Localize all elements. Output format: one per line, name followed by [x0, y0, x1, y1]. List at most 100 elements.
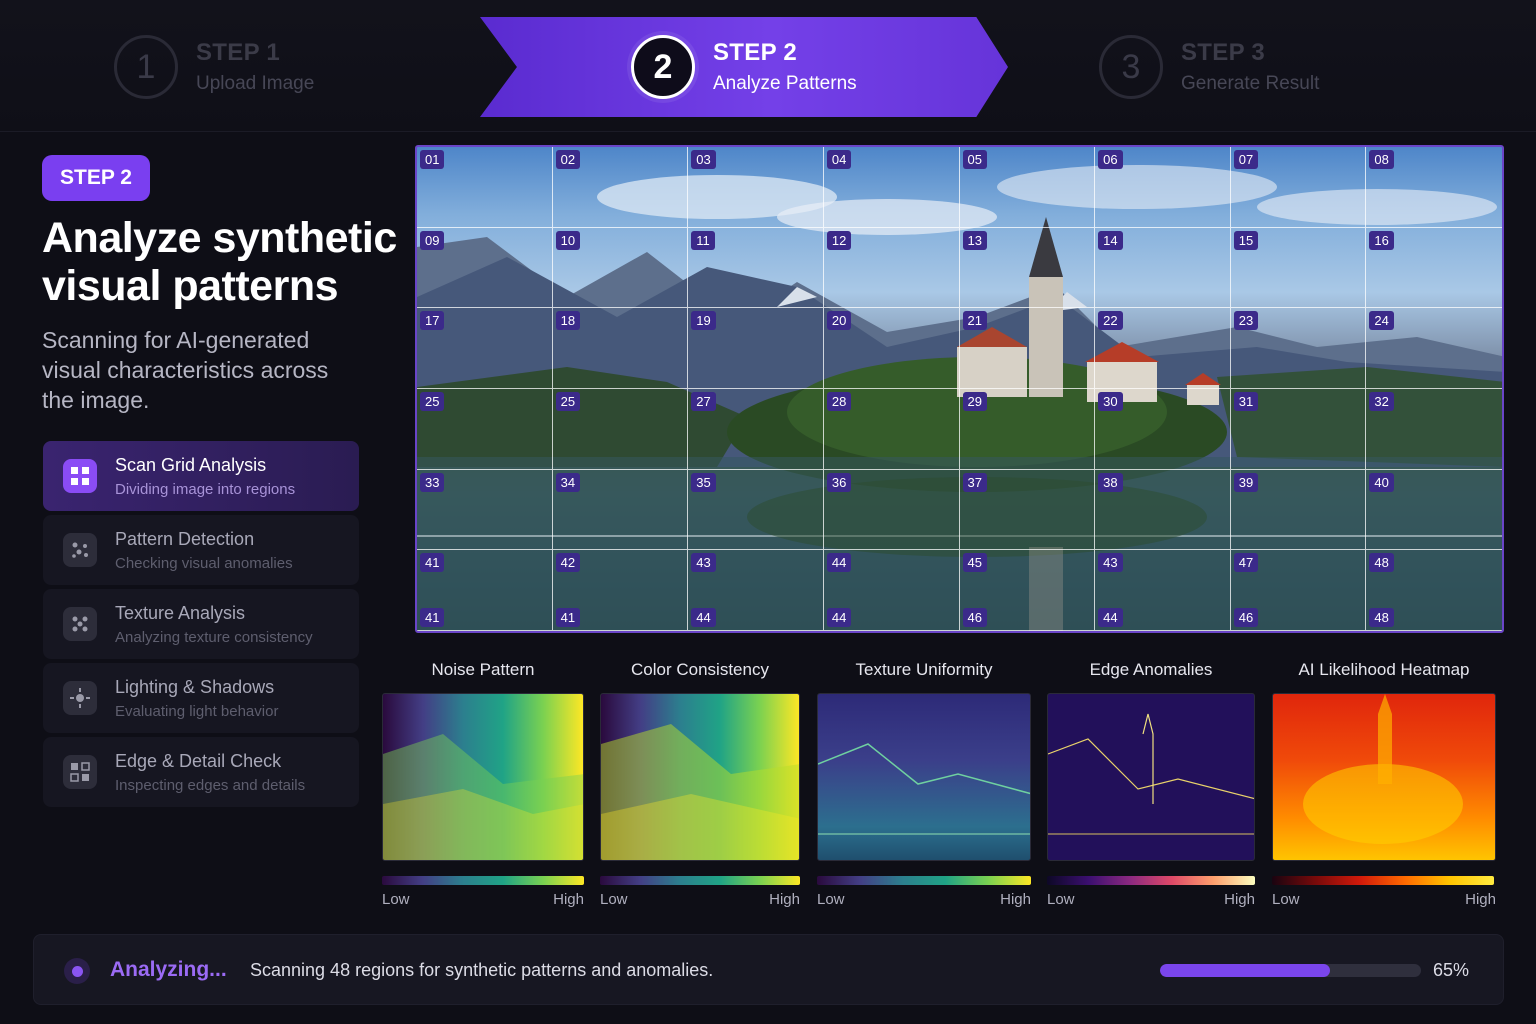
region-label: 05: [962, 150, 987, 169]
scan-region[interactable]: 10: [552, 227, 689, 309]
region-label: 01: [420, 150, 445, 169]
region-label: 21: [962, 311, 987, 331]
scan-region[interactable]: 24: [1366, 308, 1502, 389]
map-title: Texture Uniformity: [855, 660, 993, 679]
texture-uniformity-map: [817, 693, 1031, 861]
scanned-image: 01 02 03 04 05 06 07 08 09 10 11 12 13 14 15 16 17 18 19 20…: [415, 145, 1504, 633]
region-label: 23: [1233, 311, 1259, 331]
scan-region[interactable]: 09: [417, 227, 553, 309]
scan-region[interactable]: 17: [417, 308, 553, 389]
map-color-consistency[interactable]: Color Consistency Low High: [600, 660, 800, 908]
scan-region[interactable]: 16: [1366, 228, 1502, 309]
scan-region[interactable]: 31: [1230, 388, 1367, 470]
scan-region[interactable]: 03: [688, 147, 824, 228]
step-subtitle: Analyze Patterns: [713, 73, 857, 94]
region-label: 25: [555, 391, 581, 411]
step-number: 1: [114, 35, 178, 99]
scan-grid: 01 02 03 04 05 06 07 08 09 10 11 12 13 14 15 16 17 18 19 20…: [417, 147, 1502, 631]
task-pattern-detection[interactable]: Pattern Detection Checking visual anomal…: [43, 515, 359, 585]
colorbar: [817, 876, 1031, 885]
map-ai-likelihood-heatmap[interactable]: AI Likelihood Heatmap Low High: [1272, 660, 1496, 908]
region-label: 38: [1098, 472, 1123, 492]
scan-region[interactable]: 37: [959, 469, 1096, 551]
scan-region[interactable]: 20: [823, 308, 960, 389]
map-noise-pattern[interactable]: Noise Pattern Low High: [382, 660, 584, 908]
region-label: 07: [1233, 150, 1259, 169]
scan-region[interactable]: 06: [1095, 147, 1231, 228]
scan-region[interactable]: 25: [552, 388, 689, 470]
step-upload[interactable]: 1 STEP 1 Upload Image: [114, 34, 314, 100]
region-label: 08: [1369, 150, 1394, 169]
scan-region[interactable]: 30: [1095, 388, 1231, 470]
step-title: STEP 3: [1181, 39, 1266, 66]
step-generate[interactable]: 3 STEP 3 Generate Result: [1099, 34, 1319, 100]
scan-region[interactable]: 36: [823, 469, 960, 551]
texture-icon: [63, 607, 97, 641]
scan-region[interactable]: 29: [959, 388, 1096, 470]
scan-region[interactable]: 07: [1230, 147, 1367, 228]
scan-region[interactable]: 27: [688, 388, 824, 470]
colorbar-high: High: [769, 891, 800, 908]
scan-region[interactable]: 19: [688, 308, 824, 389]
scan-region[interactable]: 05: [959, 147, 1096, 228]
scan-region[interactable]: 33: [417, 469, 553, 551]
step-number: 3: [1099, 35, 1163, 99]
colorbar: [1047, 876, 1255, 885]
scan-region[interactable]: 25: [417, 388, 553, 470]
region-label: 25: [420, 391, 445, 411]
region-label: 10: [555, 230, 581, 250]
scan-region[interactable]: 32: [1366, 389, 1502, 470]
scan-region[interactable]: 11: [688, 227, 824, 309]
scan-grid-bottom-labels: 41 41 44 44 46 44 46 48: [417, 608, 1502, 627]
task-sub: Inspecting edges and details: [115, 776, 306, 794]
scan-region[interactable]: 22: [1095, 308, 1231, 389]
stepper: 1 STEP 1 Upload Image 2 STEP 2 Analyze P…: [0, 0, 1536, 132]
scan-region[interactable]: 14: [1095, 227, 1231, 309]
scan-region[interactable]: 39: [1230, 469, 1367, 551]
region-label: 28: [826, 391, 852, 411]
scan-region[interactable]: 12: [823, 227, 960, 309]
region-label: 37: [962, 472, 987, 492]
scan-region[interactable]: 02: [552, 147, 689, 228]
scan-region[interactable]: 23: [1230, 308, 1367, 389]
region-label: 16: [1369, 230, 1394, 250]
task-name: Texture Analysis: [115, 602, 246, 623]
edge-anomalies-map: [1047, 693, 1255, 861]
map-title: Color Consistency: [631, 660, 769, 679]
scan-region[interactable]: 40: [1366, 470, 1502, 551]
region-label: 19: [691, 311, 716, 331]
scan-region[interactable]: 01: [417, 147, 553, 228]
scan-region[interactable]: 28: [823, 388, 960, 470]
region-label: 13: [962, 230, 987, 250]
region-label: 24: [1369, 311, 1394, 331]
map-texture-uniformity[interactable]: Texture Uniformity Low High: [817, 660, 1031, 908]
colorbar: [600, 876, 800, 885]
scan-region[interactable]: 21: [959, 308, 1096, 389]
step-subtitle: Generate Result: [1181, 73, 1320, 94]
task-scan-grid[interactable]: Scan Grid Analysis Dividing image into r…: [43, 441, 359, 511]
step-analyze[interactable]: 2 STEP 2 Analyze Patterns: [631, 34, 857, 100]
scan-region[interactable]: 13: [959, 227, 1096, 309]
region-label: 48: [1369, 608, 1394, 627]
region-label: 36: [826, 472, 852, 492]
scan-region[interactable]: 18: [552, 308, 689, 389]
scan-region[interactable]: 04: [823, 147, 960, 228]
region-label: 47: [1233, 553, 1259, 573]
task-sub: Checking visual anomalies: [115, 554, 293, 572]
map-edge-anomalies[interactable]: Edge Anomalies Low High: [1047, 660, 1255, 908]
scan-region[interactable]: 35: [688, 469, 824, 551]
scan-region[interactable]: 34: [552, 469, 689, 551]
region-label: 11: [691, 230, 715, 250]
task-name: Lighting & Shadows: [115, 676, 275, 697]
region-label: 09: [420, 230, 445, 250]
region-label: 17: [420, 311, 445, 331]
scan-region[interactable]: 38: [1095, 469, 1231, 551]
task-lighting-shadows[interactable]: Lighting & Shadows Evaluating light beha…: [43, 663, 359, 733]
task-edge-detail[interactable]: Edge & Detail Check Inspecting edges and…: [43, 737, 359, 807]
scan-region[interactable]: 15: [1230, 227, 1367, 309]
scan-region[interactable]: 08: [1366, 147, 1502, 228]
task-texture-analysis[interactable]: Texture Analysis Analyzing texture consi…: [43, 589, 359, 659]
region-label: 15: [1233, 230, 1259, 250]
step-badge: STEP 2: [42, 155, 150, 201]
region-label: 44: [1098, 608, 1123, 627]
